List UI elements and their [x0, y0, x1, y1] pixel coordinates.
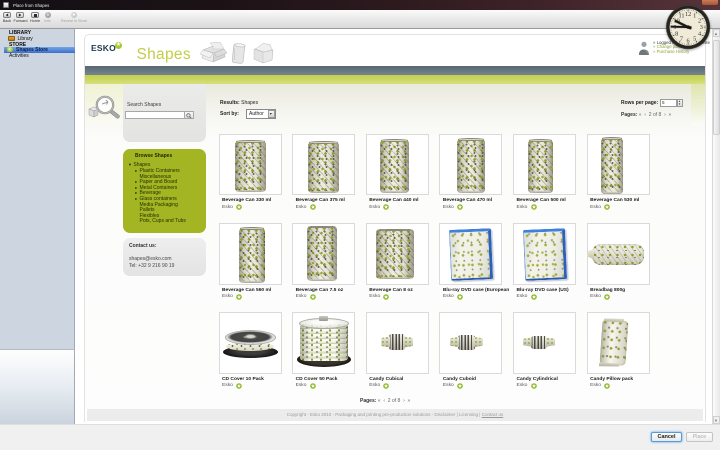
- svg-text:1: 1: [693, 13, 696, 20]
- svg-text:8: 8: [675, 31, 678, 38]
- svg-text:6: 6: [686, 37, 689, 44]
- svg-text:11: 11: [678, 13, 684, 20]
- svg-text:12: 12: [685, 11, 691, 18]
- svg-text:7: 7: [680, 36, 683, 43]
- svg-text:5: 5: [693, 36, 696, 43]
